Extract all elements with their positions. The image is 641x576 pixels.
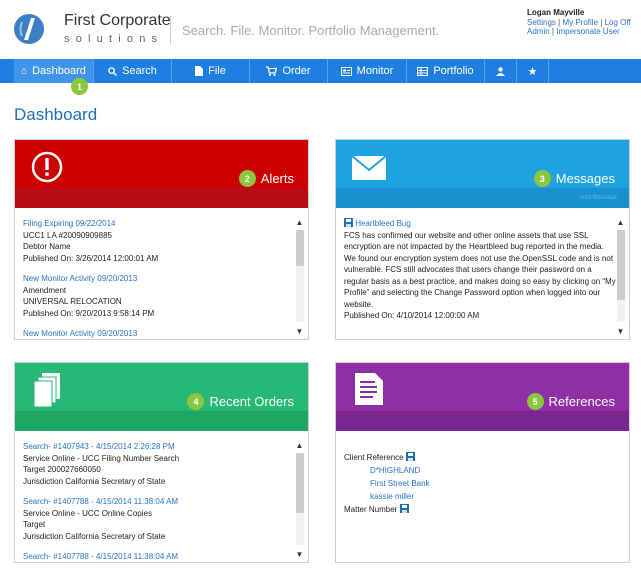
messages-scrollbar[interactable]: ▲ ▼ [616, 218, 625, 336]
app-header: First Corporate solutions Search. File. … [0, 0, 641, 58]
matter-number-row: Matter Number [344, 503, 616, 516]
alerts-band [15, 188, 308, 208]
references-step-badge: 5 [526, 393, 544, 410]
scroll-thumb[interactable] [617, 230, 625, 300]
alerts-list: Filing Expiring 09/22/2014 UCC1 LA #2009… [23, 218, 295, 340]
file-icon [195, 66, 204, 76]
admin-link[interactable]: Admin [527, 27, 550, 36]
orders-scrollbar[interactable]: ▲ ▼ [295, 441, 304, 559]
recent-orders-panel: 4 Recent Orders Search- #1407943 - 4/15/… [14, 362, 309, 563]
matter-number-label: Matter Number [344, 505, 398, 514]
message-body: FCS has confirmed our website and other … [344, 230, 616, 309]
scroll-up-icon[interactable]: ▲ [616, 218, 625, 227]
message-published: Published On: 4/10/2014 12:00:00 AM [344, 311, 480, 320]
list-item: Search- #1407788 - 4/15/2014 11:38:04 AM… [23, 496, 295, 542]
disk-icon [344, 218, 353, 227]
disk-icon[interactable] [399, 504, 409, 513]
references-panel: 5 References Client Reference D*HIGHLAND… [335, 362, 630, 563]
alert-link[interactable]: New Monitor Activity 09/20/2013 [23, 328, 295, 340]
references-list: Client Reference D*HIGHLAND First Street… [344, 451, 616, 516]
nav-order[interactable]: Order [250, 59, 328, 83]
scroll-down-icon[interactable]: ▼ [295, 327, 304, 336]
orders-step-badge: 4 [187, 393, 205, 410]
disk-icon[interactable] [405, 452, 415, 461]
home-icon: ⌂ [21, 65, 28, 77]
messages-list: Heartbleed Bug FCS has confirmed our web… [344, 218, 616, 340]
client-reference-link[interactable]: kassie miller [370, 490, 616, 503]
order-link[interactable]: Search- #1407943 - 4/15/2014 2:26:28 PM [23, 441, 295, 453]
list-item: Search- #1407943 - 4/15/2014 2:26:28 PM … [23, 441, 295, 487]
my-profile-link[interactable]: My Profile [562, 18, 598, 27]
orders-title: 4 Recent Orders [187, 393, 294, 410]
scroll-down-icon[interactable]: ▼ [295, 550, 304, 559]
list-item: Filing Expiring 09/22/2014 UCC1 LA #2009… [23, 218, 295, 264]
tagline: Search. File. Monitor. Portfolio Managem… [182, 23, 440, 38]
orders-list: Search- #1407943 - 4/15/2014 2:26:28 PM … [23, 441, 295, 563]
user-links: Settings | My Profile | Log Off Admin | … [527, 18, 631, 36]
scroll-thumb[interactable] [296, 230, 304, 266]
client-reference-link[interactable]: First Street Bank [370, 477, 616, 490]
message-link[interactable]: Heartbleed Bug [355, 219, 411, 228]
alert-exclamation-icon [31, 151, 63, 183]
dashboard-step-badge: 1 [71, 78, 88, 95]
alert-link[interactable]: New Monitor Activity 09/20/2013 [23, 273, 295, 285]
brand-subtitle: solutions [64, 33, 164, 45]
list-item: New Monitor Activity 09/20/2013 [23, 328, 295, 340]
monitor-icon [340, 66, 352, 76]
order-link[interactable]: Search- #1407788 - 4/15/2014 11:38:04 AM [23, 496, 295, 508]
search-icon [108, 66, 118, 76]
nav-user[interactable] [485, 59, 517, 83]
document-lines-icon [355, 373, 383, 405]
messages-title: 3 Messages [533, 170, 615, 187]
references-band [336, 411, 629, 431]
nav-search[interactable]: Search [94, 59, 172, 83]
alerts-scrollbar[interactable]: ▲ ▼ [295, 218, 304, 336]
header-divider [170, 16, 171, 44]
company-logo[interactable] [13, 13, 45, 45]
page-title: Dashboard [14, 105, 98, 124]
client-reference-link[interactable]: D*HIGHLAND [370, 464, 616, 477]
client-reference-label: Client Reference [344, 453, 404, 462]
brand-name: First Corporate [64, 12, 171, 29]
envelope-icon [351, 155, 387, 180]
client-reference-row: Client Reference [344, 451, 616, 464]
scroll-up-icon[interactable]: ▲ [295, 218, 304, 227]
scroll-up-icon[interactable]: ▲ [295, 441, 304, 450]
alerts-panel: 2 Alerts Filing Expiring 09/22/2014 UCC1… [14, 139, 309, 340]
user-icon [496, 66, 505, 76]
nav-file[interactable]: File [172, 59, 250, 83]
client-reference-values: D*HIGHLAND First Street Bank kassie mill… [370, 464, 616, 503]
references-title: 5 References [526, 393, 615, 410]
messages-panel: 3 Messages Add Message Heartbleed Bug FC… [335, 139, 630, 340]
order-link[interactable]: Search- #1407788 - 4/15/2014 11:38:04 AM [23, 551, 295, 563]
add-message-link[interactable]: Add Message [580, 195, 617, 201]
nav-favorites[interactable]: ★ [517, 59, 549, 83]
log-off-link[interactable]: Log Off [605, 18, 631, 27]
scroll-thumb[interactable] [296, 453, 304, 513]
alerts-step-badge: 2 [238, 170, 256, 187]
scroll-down-icon[interactable]: ▼ [616, 327, 625, 336]
documents-icon [33, 373, 60, 408]
impersonate-user-link[interactable]: Impersonate User [556, 27, 620, 36]
list-item: Search- #1407788 - 4/15/2014 11:38:04 AM [23, 551, 295, 563]
main-nav: ⌂ Dashboard Search File Order Monitor Por… [0, 59, 641, 83]
list-item: Heartbleed Bug FCS has confirmed our web… [344, 218, 616, 322]
cart-icon [266, 66, 278, 76]
orders-band [15, 411, 308, 431]
star-icon: ★ [527, 65, 538, 78]
alert-link[interactable]: Filing Expiring 09/22/2014 [23, 218, 295, 230]
alerts-title: 2 Alerts [238, 170, 294, 187]
nav-portfolio[interactable]: Portfolio [407, 59, 485, 83]
settings-link[interactable]: Settings [527, 18, 556, 27]
list-item: New Monitor Activity 09/20/2013 Amendmen… [23, 273, 295, 319]
nav-monitor[interactable]: Monitor [328, 59, 407, 83]
portfolio-icon [417, 66, 429, 76]
user-name: Logan Mayville [527, 8, 585, 17]
messages-step-badge: 3 [533, 170, 551, 187]
